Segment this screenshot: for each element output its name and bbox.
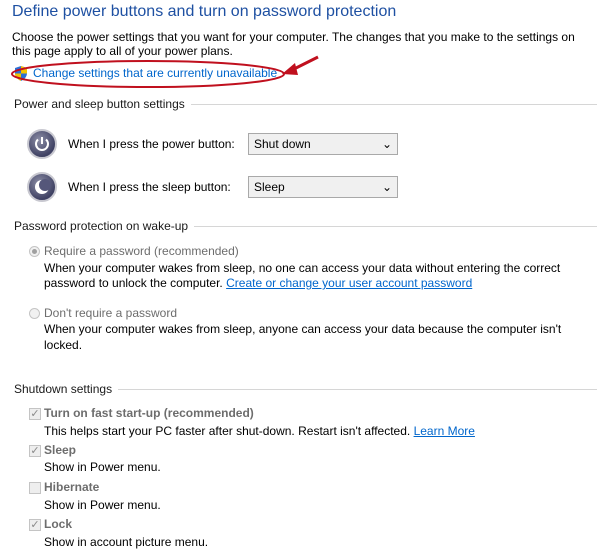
sleep-button-value: Sleep bbox=[254, 180, 285, 194]
annotation-overlay bbox=[11, 55, 319, 88]
create-password-link[interactable]: Create or change your user account passw… bbox=[226, 276, 472, 290]
fast-startup-desc: This helps start your PC faster after sh… bbox=[44, 424, 414, 438]
learn-more-link[interactable]: Learn More bbox=[414, 424, 475, 438]
hibernate-desc: Show in Power menu. bbox=[44, 498, 161, 512]
intro-line-1: Choose the power settings that you want … bbox=[12, 30, 575, 44]
page-title: Define power buttons and turn on passwor… bbox=[12, 3, 397, 20]
section-password: Password protection on wake-up bbox=[14, 219, 597, 233]
lock-label: Lock bbox=[44, 517, 73, 531]
chevron-down-icon: ⌄ bbox=[381, 180, 392, 194]
sleep-desc: Show in Power menu. bbox=[44, 460, 161, 474]
chevron-down-icon: ⌄ bbox=[381, 137, 392, 151]
require-password-desc-2-line: password to unlock the computer. Create … bbox=[44, 276, 472, 290]
lock-desc: Show in account picture menu. bbox=[44, 535, 209, 549]
require-password-label: Require a password (recommended) bbox=[44, 244, 239, 258]
no-password-desc-2: locked. bbox=[44, 338, 83, 352]
power-options-page: Define power buttons and turn on passwor… bbox=[0, 0, 597, 553]
hibernate-label: Hibernate bbox=[44, 480, 100, 494]
hibernate-checkbox[interactable] bbox=[29, 482, 41, 494]
sleep-label: Sleep bbox=[44, 443, 77, 457]
sleep-moon-icon bbox=[27, 172, 57, 202]
section-power-sleep: Power and sleep button settings bbox=[14, 97, 597, 111]
power-icon bbox=[27, 129, 57, 159]
section-heading: Shutdown settings bbox=[14, 382, 113, 396]
annotation-ellipse bbox=[11, 60, 285, 88]
sleep-checkbox[interactable]: ✓ bbox=[29, 445, 41, 457]
no-password-radio[interactable] bbox=[29, 308, 40, 319]
fast-startup-desc-line: This helps start your PC faster after sh… bbox=[44, 424, 475, 438]
no-password-label: Don't require a password bbox=[44, 306, 178, 320]
power-button-select[interactable]: Shut down ⌄ bbox=[248, 133, 398, 155]
lock-checkbox[interactable]: ✓ bbox=[29, 519, 41, 531]
require-password-radio[interactable] bbox=[29, 246, 40, 257]
fast-startup-checkbox[interactable]: ✓ bbox=[29, 408, 41, 420]
sleep-button-label: When I press the sleep button: bbox=[68, 180, 231, 194]
section-heading: Password protection on wake-up bbox=[14, 219, 189, 233]
require-password-desc-1: When your computer wakes from sleep, no … bbox=[44, 261, 561, 275]
no-password-desc-1: When your computer wakes from sleep, any… bbox=[44, 322, 562, 336]
power-button-value: Shut down bbox=[254, 137, 311, 151]
section-shutdown: Shutdown settings bbox=[14, 382, 597, 396]
power-button-label: When I press the power button: bbox=[68, 137, 235, 151]
require-password-desc-2: password to unlock the computer. bbox=[44, 276, 227, 290]
sleep-button-select[interactable]: Sleep ⌄ bbox=[248, 176, 398, 198]
annotation-arrow-head bbox=[282, 63, 298, 75]
section-heading: Power and sleep button settings bbox=[14, 97, 185, 111]
fast-startup-label: Turn on fast start-up (recommended) bbox=[44, 406, 254, 420]
